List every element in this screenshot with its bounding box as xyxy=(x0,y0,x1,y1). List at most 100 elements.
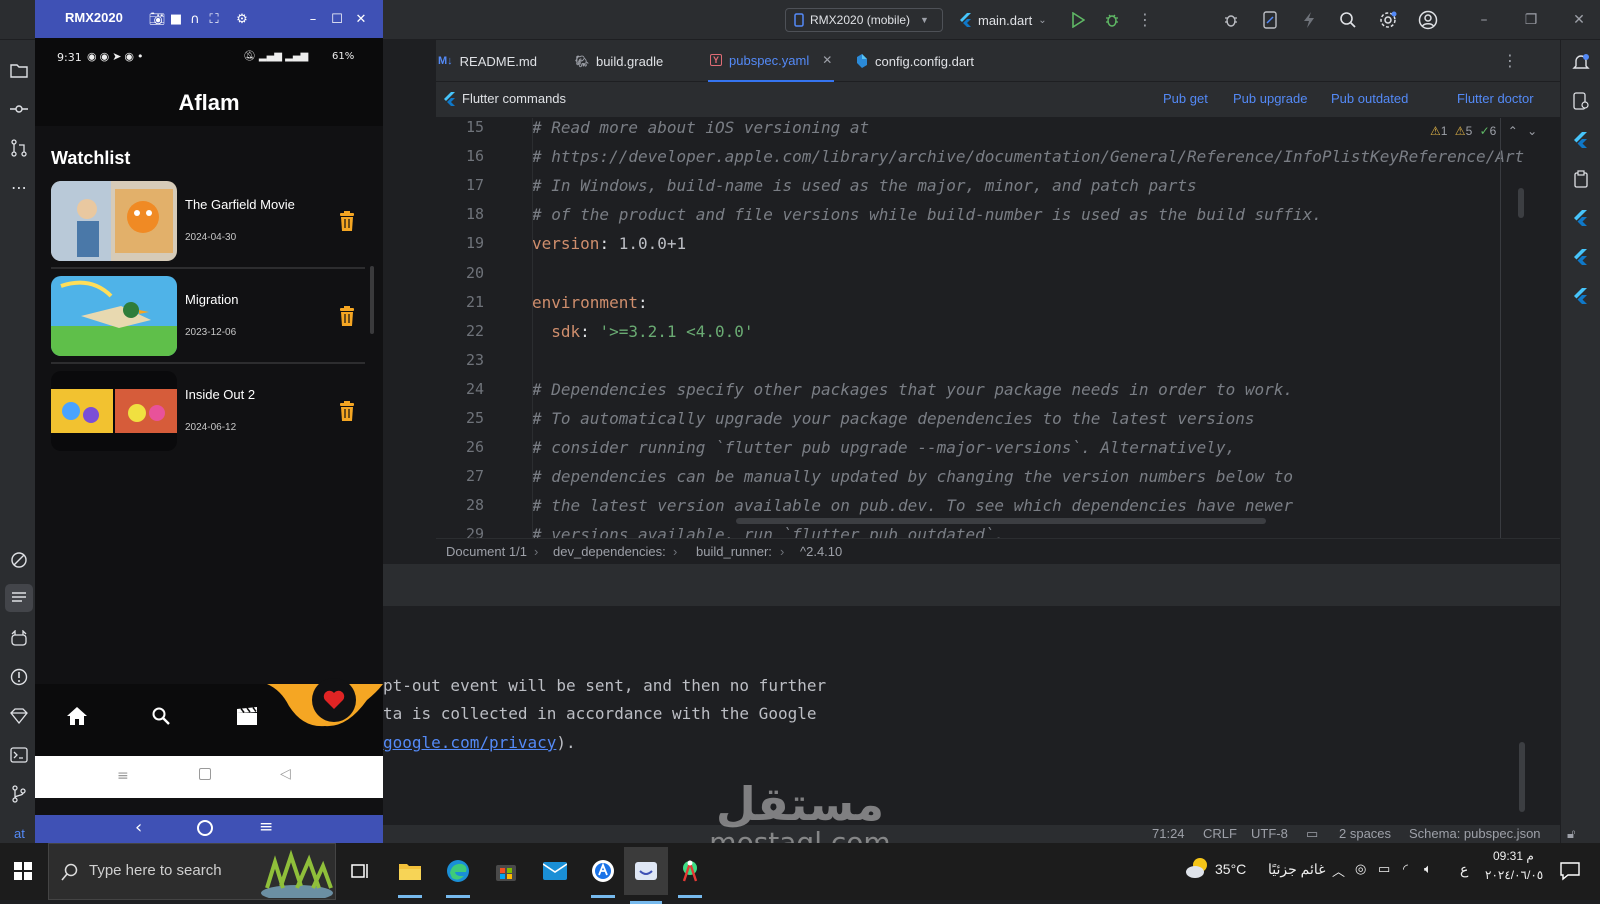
flutter-doctor-link[interactable]: Flutter doctor xyxy=(1457,91,1534,106)
settings-gear-icon[interactable]: ⚙ xyxy=(234,11,250,27)
flutter-performance-icon[interactable] xyxy=(1571,208,1591,228)
wifi-icon[interactable]: ◜ xyxy=(1403,861,1408,877)
weather-temperature[interactable]: 35°C xyxy=(1215,861,1246,877)
lock-icon[interactable]: 🔓︎ xyxy=(1567,826,1575,842)
battery-icon[interactable]: ▭ xyxy=(1378,861,1390,877)
settings-gear-icon[interactable] xyxy=(1378,10,1398,30)
close-button[interactable]: ✕ xyxy=(1569,10,1589,30)
attach-debugger-icon[interactable] xyxy=(1221,10,1241,30)
device-manager-icon[interactable] xyxy=(1571,91,1591,111)
camera-icon[interactable]: ◎ xyxy=(1355,861,1366,877)
back-icon[interactable]: ‹ xyxy=(135,817,142,838)
input-language[interactable]: ع xyxy=(1460,861,1468,878)
tab-build-gradle[interactable]: 🐘︎ build.gradle xyxy=(575,40,663,82)
action-center-icon[interactable] xyxy=(1560,861,1580,881)
trash-icon[interactable] xyxy=(339,211,355,231)
dark-mode-moon-icon[interactable] xyxy=(343,94,361,114)
home-icon[interactable] xyxy=(65,704,89,728)
search-icon[interactable] xyxy=(149,704,173,728)
task-view-icon[interactable] xyxy=(342,853,378,889)
run-config-selector[interactable]: main.dart ⌄ xyxy=(960,8,1047,32)
volume-icon[interactable]: 🔈︎ xyxy=(1424,861,1432,877)
taskbar-search[interactable]: Type here to search xyxy=(48,843,336,900)
git-branch-icon[interactable] xyxy=(9,784,29,804)
watchlist-item[interactable]: The Garfield Movie 2024-04-30 xyxy=(51,181,365,269)
account-icon[interactable] xyxy=(1418,10,1438,30)
file-explorer-icon[interactable] xyxy=(392,853,428,898)
editor-scrollbar[interactable] xyxy=(1518,188,1524,218)
close-button[interactable]: ✕ xyxy=(353,11,369,27)
flutter-inspector-icon[interactable] xyxy=(9,550,29,570)
screenshot-icon[interactable]: 📷︎ xyxy=(149,11,166,27)
problems-icon[interactable] xyxy=(9,667,29,687)
readonly-icon[interactable]: ▭ xyxy=(1306,826,1318,842)
close-tab-icon[interactable]: ✕ xyxy=(822,53,832,67)
clock-date[interactable]: ٢٠٢٤/٠٦/٠٥ xyxy=(1485,868,1543,882)
watchlist-item[interactable]: Inside Out 2 2024-06-12 xyxy=(51,371,365,457)
weather-sun-cloud-icon[interactable] xyxy=(1185,856,1211,880)
pub-outdated-link[interactable]: Pub outdated xyxy=(1331,91,1408,106)
windows-start-icon[interactable] xyxy=(14,862,32,880)
pub-get-link[interactable]: Pub get xyxy=(1163,91,1208,106)
back-icon[interactable]: ◁ xyxy=(280,766,291,782)
chevron-up-icon[interactable]: ︿ xyxy=(1332,861,1345,880)
flutter-devtools-icon[interactable] xyxy=(1571,286,1591,306)
project-folder-icon[interactable] xyxy=(9,60,29,80)
caret-position[interactable]: 71:24 xyxy=(1152,826,1185,841)
tool-window-output[interactable]: pt-out event will be sent, and then no f… xyxy=(383,606,1560,825)
chrome-app-icon[interactable] xyxy=(585,853,621,898)
search-icon[interactable] xyxy=(1338,10,1358,30)
notifications-icon[interactable] xyxy=(1571,52,1591,72)
chevron-down-icon[interactable]: ⌄ xyxy=(1527,124,1537,138)
hot-reload-icon[interactable] xyxy=(1299,10,1319,30)
run-icon[interactable] xyxy=(1068,10,1088,30)
device-selector[interactable]: RMX2020 (mobile) ▼ xyxy=(785,8,943,32)
privacy-link[interactable]: google.com/privacy xyxy=(383,733,556,752)
scrcpy-app-icon[interactable] xyxy=(624,847,668,904)
breadcrumb-item[interactable]: Document 1/1 xyxy=(446,544,527,559)
breadcrumb-item[interactable]: build_runner: xyxy=(696,544,772,559)
terminal-icon[interactable] xyxy=(9,745,29,765)
pull-requests-icon[interactable] xyxy=(9,138,29,158)
indent-setting[interactable]: 2 spaces xyxy=(1339,826,1391,841)
microsoft-store-icon[interactable] xyxy=(488,853,524,889)
home-button-icon[interactable] xyxy=(199,768,211,780)
json-schema[interactable]: Schema: pubspec.json xyxy=(1409,826,1541,841)
trash-icon[interactable] xyxy=(339,401,355,421)
gem-icon[interactable] xyxy=(9,706,29,726)
clipboard-icon[interactable] xyxy=(1571,169,1591,189)
flutter-deep-links-icon[interactable] xyxy=(1571,247,1591,267)
device-mirror-icon[interactable] xyxy=(1260,10,1280,30)
minimize-button[interactable]: – xyxy=(1474,10,1494,30)
terminal-cat-icon[interactable] xyxy=(9,628,29,648)
more-tools-icon[interactable]: ⋯ xyxy=(9,177,29,197)
mail-icon[interactable] xyxy=(537,853,573,889)
minimize-button[interactable]: – xyxy=(305,11,321,27)
android-studio-icon[interactable] xyxy=(672,853,708,898)
list-scrollbar[interactable] xyxy=(370,266,374,334)
menu-icon[interactable]: ≡ xyxy=(259,817,273,837)
tab-pubspec[interactable]: Y pubspec.yaml ✕ xyxy=(708,40,835,82)
weather-condition[interactable]: غائم جزئيًا xyxy=(1268,861,1325,878)
line-separator[interactable]: CRLF xyxy=(1203,826,1237,841)
chevron-up-icon[interactable]: ⌃ xyxy=(1508,124,1518,138)
clapperboard-icon[interactable] xyxy=(235,704,259,728)
fullscreen-icon[interactable]: ⛶ xyxy=(206,11,222,27)
horizontal-scrollbar[interactable] xyxy=(736,518,1266,524)
more-actions-icon[interactable]: ⋮ xyxy=(1135,10,1155,30)
tab-readme[interactable]: M↓ README.md xyxy=(438,40,537,82)
favorites-tab[interactable] xyxy=(312,678,356,722)
maximize-button[interactable]: ☐ xyxy=(329,11,345,27)
record-icon[interactable]: ■ xyxy=(168,11,184,27)
watchlist-item[interactable]: Migration 2023-12-06 xyxy=(51,276,365,364)
output-scrollbar[interactable] xyxy=(1519,742,1525,812)
recent-apps-icon[interactable]: ≡ xyxy=(117,768,129,784)
tab-config[interactable]: config.config.dart xyxy=(856,40,974,82)
flutter-outline-icon[interactable] xyxy=(1571,130,1591,150)
home-circle-icon[interactable] xyxy=(197,820,213,836)
trash-icon[interactable] xyxy=(339,306,355,326)
debug-icon[interactable] xyxy=(1102,10,1122,30)
code-editor[interactable]: 15 16 17 18 19 20 21 22 23 24 25 26 27 28 29 # Read mo… xyxy=(436,118,1560,538)
inspection-widget[interactable]: ⚠1 ⚠5 ✓6 ⌃ ⌄ xyxy=(1430,124,1537,138)
audio-icon[interactable]: ∩ xyxy=(187,11,203,27)
